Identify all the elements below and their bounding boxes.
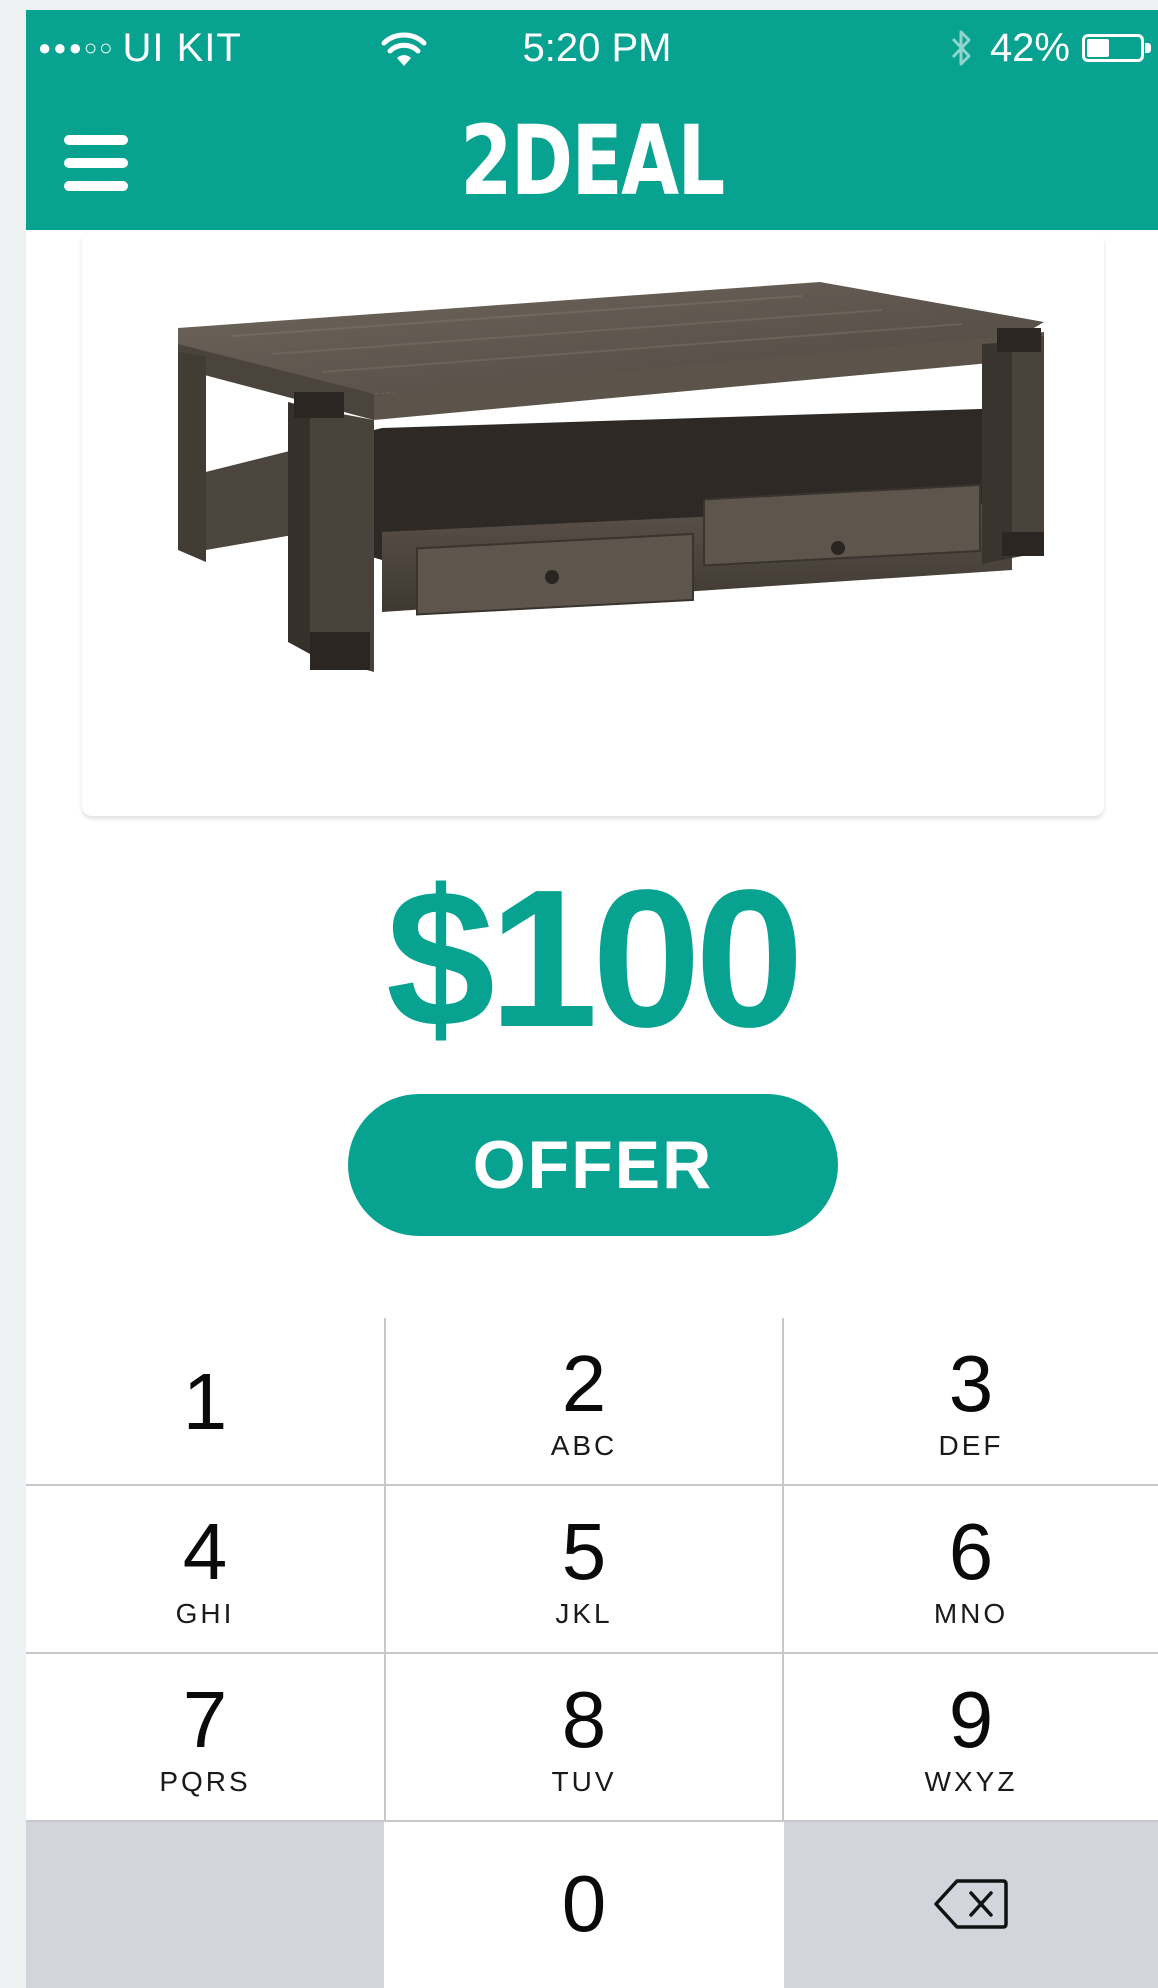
- key-letters: JKL: [555, 1598, 613, 1629]
- keypad-divider: [384, 1318, 386, 1822]
- status-right: 42%: [950, 20, 1151, 76]
- key-digit: 1: [182, 1357, 228, 1446]
- numeric-keypad: 1 2 ABC 3 DEF 4 GHI 5 JKL 6 MNO 7 PQRS 8: [26, 1318, 1158, 1988]
- nav-bar: 2DEAL: [26, 90, 1158, 230]
- key-blank: [26, 1822, 384, 1988]
- key-letters: DEF: [938, 1430, 1004, 1461]
- app-screen: ●●●○○ UI KIT 5:20 PM 42% 2DEAL $100 OFFE…: [26, 10, 1158, 1988]
- key-digit: 4: [182, 1507, 228, 1596]
- key-4[interactable]: 4 GHI: [26, 1486, 384, 1652]
- key-digit: 6: [948, 1507, 994, 1596]
- keypad-divider: [26, 1484, 1158, 1486]
- key-letters: ABC: [550, 1430, 618, 1461]
- key-digit: 3: [948, 1339, 994, 1428]
- battery-percent: 42%: [989, 26, 1070, 70]
- key-7[interactable]: 7 PQRS: [26, 1654, 384, 1820]
- battery-level: [1087, 39, 1109, 57]
- keypad-divider: [26, 1820, 1158, 1822]
- key-letters: GHI: [175, 1598, 235, 1629]
- key-3[interactable]: 3 DEF: [784, 1318, 1158, 1484]
- key-letters: WXYZ: [924, 1766, 1018, 1797]
- key-digit: 2: [561, 1339, 607, 1428]
- coffee-table-icon: [178, 282, 1044, 672]
- key-letters: TUV: [551, 1766, 617, 1797]
- status-bar: ●●●○○ UI KIT 5:20 PM 42%: [26, 10, 1158, 90]
- key-0[interactable]: 0: [386, 1822, 782, 1988]
- price-label: $100: [385, 849, 804, 1068]
- bluetooth-icon: [951, 30, 971, 66]
- key-5[interactable]: 5 JKL: [386, 1486, 782, 1652]
- key-letters: PQRS: [159, 1766, 251, 1797]
- key-digit: 0: [561, 1859, 607, 1948]
- battery-icon: [1082, 34, 1151, 62]
- product-card[interactable]: [82, 232, 1104, 816]
- keypad-divider: [26, 1652, 1158, 1654]
- menu-icon[interactable]: [64, 135, 128, 191]
- key-digit: 8: [561, 1675, 607, 1764]
- brand-logo: 2DEAL: [460, 105, 725, 217]
- key-digit: 9: [948, 1675, 994, 1764]
- key-8[interactable]: 8 TUV: [386, 1654, 782, 1820]
- key-digit: 5: [561, 1507, 607, 1596]
- key-1[interactable]: 1: [26, 1318, 384, 1484]
- key-letters: MNO: [933, 1598, 1009, 1629]
- battery-nub: [1145, 43, 1151, 53]
- backspace-icon: [934, 1879, 1008, 1929]
- delete-key[interactable]: [784, 1822, 1158, 1988]
- key-2[interactable]: 2 ABC: [386, 1318, 782, 1484]
- key-digit: 7: [182, 1675, 228, 1764]
- key-6[interactable]: 6 MNO: [784, 1486, 1158, 1652]
- keypad-divider: [782, 1318, 784, 1822]
- offer-button[interactable]: OFFER: [348, 1094, 838, 1236]
- key-9[interactable]: 9 WXYZ: [784, 1654, 1158, 1820]
